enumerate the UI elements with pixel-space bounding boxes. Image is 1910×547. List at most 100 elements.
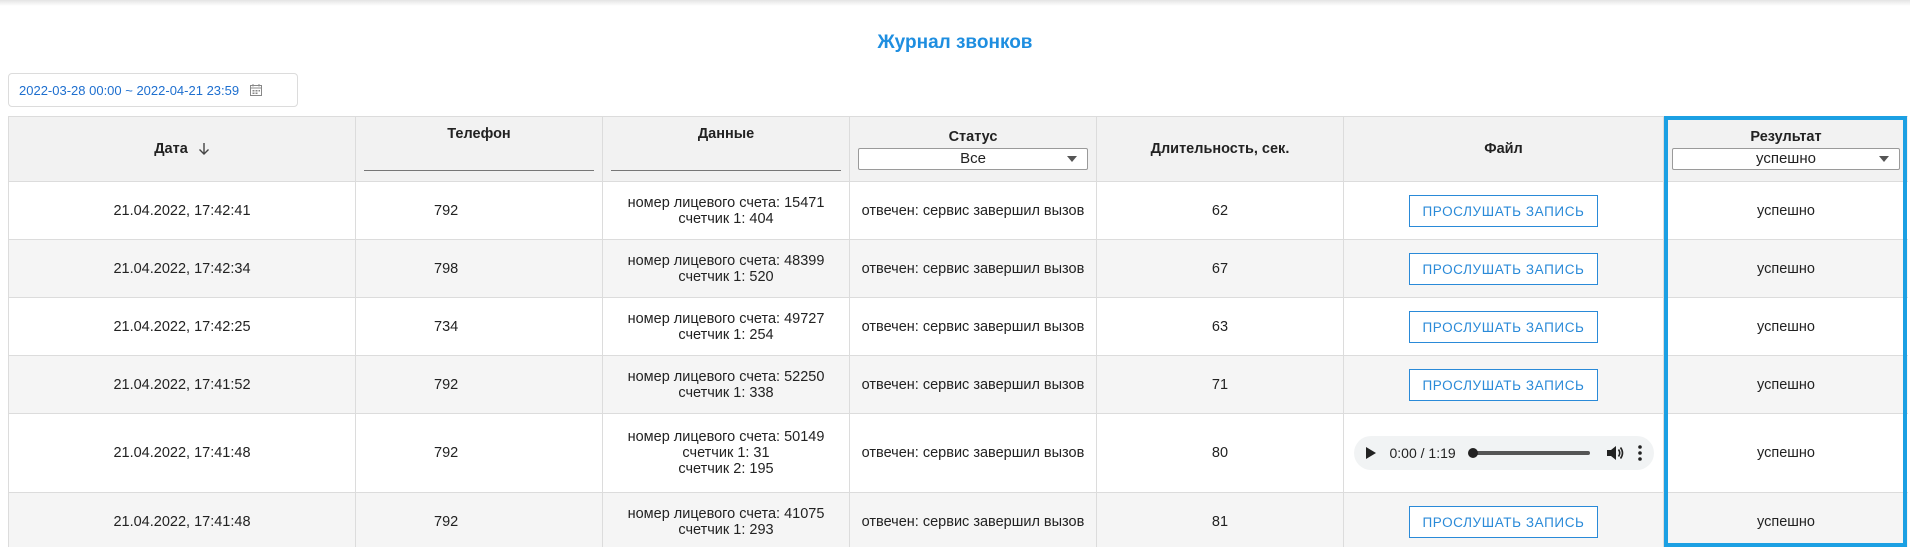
cell-phone: 792: [355, 181, 603, 240]
cell-date: 21.04.2022, 17:42:25: [8, 297, 356, 356]
calendar-icon: [250, 84, 263, 96]
column-header-date-label: Дата: [154, 141, 188, 157]
data-line: номер лицевого счета: 15471: [627, 194, 825, 211]
cell-duration: 81: [1096, 492, 1344, 547]
cell-data: номер лицевого счета: 48399 счетчик 1: 5…: [602, 239, 850, 298]
column-header-result-label: Результат: [1750, 128, 1822, 145]
cell-duration: 63: [1096, 297, 1344, 356]
cell-status: отвечен: сервис завершил вызов: [849, 239, 1097, 298]
table-header-row: Дата Телефон Данные Статус Все Длительно…: [8, 116, 1908, 182]
chevron-down-icon: [1879, 155, 1889, 162]
cell-status: отвечен: сервис завершил вызов: [849, 413, 1097, 493]
data-line: номер лицевого счета: 50149: [627, 429, 825, 445]
cell-file: ПРОСЛУШАТЬ ЗАПИСЬ: [1343, 492, 1664, 547]
cell-date: 21.04.2022, 17:42:34: [8, 239, 356, 298]
listen-recording-button[interactable]: ПРОСЛУШАТЬ ЗАПИСЬ: [1409, 252, 1598, 285]
cell-result: успешно: [1663, 355, 1908, 414]
table-row: 21.04.2022, 17:42:34 798 номер лицевого …: [8, 239, 1908, 298]
cell-phone: 734: [355, 297, 603, 356]
cell-duration: 67: [1096, 239, 1344, 298]
column-header-result: Результат успешно: [1663, 116, 1908, 182]
status-filter-value: Все: [960, 150, 986, 167]
cell-status: отвечен: сервис завершил вызов: [849, 492, 1097, 547]
table-row: 21.04.2022, 17:41:48 792 номер лицевого …: [8, 492, 1908, 547]
volume-icon[interactable]: [1606, 445, 1624, 461]
data-line: счетчик 1: 254: [678, 326, 774, 343]
listen-recording-button[interactable]: ПРОСЛУШАТЬ ЗАПИСЬ: [1409, 368, 1598, 401]
column-header-data-label: Данные: [697, 125, 755, 142]
cell-status: отвечен: сервис завершил вызов: [849, 355, 1097, 414]
audio-seek-bar[interactable]: [1467, 448, 1590, 458]
result-filter-value: успешно: [1756, 150, 1816, 167]
cell-file: ПРОСЛУШАТЬ ЗАПИСЬ: [1343, 297, 1664, 356]
table-row: 21.04.2022, 17:42:41 792 номер лицевого …: [8, 181, 1908, 240]
more-vertical-icon[interactable]: [1637, 445, 1642, 461]
play-icon[interactable]: [1365, 447, 1376, 459]
cell-result: успешно: [1663, 413, 1908, 493]
data-line: номер лицевого счета: 49727: [627, 310, 825, 327]
cell-date: 21.04.2022, 17:42:41: [8, 181, 356, 240]
listen-recording-button[interactable]: ПРОСЛУШАТЬ ЗАПИСЬ: [1409, 310, 1598, 343]
column-header-status: Статус Все: [849, 116, 1097, 182]
cell-data: номер лицевого счета: 52250 счетчик 1: 3…: [602, 355, 850, 414]
cell-data: номер лицевого счета: 49727 счетчик 1: 2…: [602, 297, 850, 356]
cell-duration: 80: [1096, 413, 1344, 493]
chevron-down-icon: [1067, 155, 1077, 162]
cell-file: ПРОСЛУШАТЬ ЗАПИСЬ: [1343, 239, 1664, 298]
column-header-file: Файл: [1343, 116, 1664, 182]
cell-phone: 792: [355, 492, 603, 547]
audio-player[interactable]: 0:00 / 1:19: [1353, 436, 1654, 470]
call-log-table: Дата Телефон Данные Статус Все Длительно…: [8, 116, 1908, 547]
cell-result: успешно: [1663, 239, 1908, 298]
cell-data: номер лицевого счета: 41075 счетчик 1: 2…: [602, 492, 850, 547]
sort-descending-icon[interactable]: [198, 142, 210, 156]
status-filter-select[interactable]: Все: [858, 147, 1088, 170]
data-line: счетчик 1: 338: [678, 384, 774, 401]
data-filter-input[interactable]: [611, 156, 841, 171]
table-row: 21.04.2022, 17:41:52 792 номер лицевого …: [8, 355, 1908, 414]
date-range-picker[interactable]: 2022-03-28 00:00 ~ 2022-04-21 23:59: [8, 73, 298, 107]
listen-recording-button[interactable]: ПРОСЛУШАТЬ ЗАПИСЬ: [1409, 505, 1598, 538]
cell-duration: 62: [1096, 181, 1344, 240]
page-title: Журнал звонков: [877, 32, 1033, 53]
column-header-data: Данные: [602, 116, 850, 182]
data-line: номер лицевого счета: 41075: [627, 505, 825, 522]
cell-file: ПРОСЛУШАТЬ ЗАПИСЬ: [1343, 181, 1664, 240]
data-line: счетчик 1: 293: [678, 521, 774, 538]
result-filter-select[interactable]: успешно: [1672, 147, 1900, 170]
data-line: счетчик 2: 195: [678, 461, 774, 477]
audio-time: 0:00 / 1:19: [1389, 445, 1456, 461]
column-header-date[interactable]: Дата: [8, 116, 356, 182]
table-row: 21.04.2022, 17:41:48 792 номер лицевого …: [8, 413, 1908, 493]
table-row: 21.04.2022, 17:42:25 734 номер лицевого …: [8, 297, 1908, 356]
cell-data: номер лицевого счета: 15471 счетчик 1: 4…: [602, 181, 850, 240]
listen-recording-button[interactable]: ПРОСЛУШАТЬ ЗАПИСЬ: [1409, 194, 1598, 227]
data-line: номер лицевого счета: 48399: [627, 252, 825, 269]
cell-phone: 792: [355, 413, 603, 493]
cell-status: отвечен: сервис завершил вызов: [849, 297, 1097, 356]
cell-status: отвечен: сервис завершил вызов: [849, 181, 1097, 240]
cell-result: успешно: [1663, 492, 1908, 547]
data-line: счетчик 1: 404: [678, 210, 774, 227]
cell-data: номер лицевого счета: 50149 счетчик 1: 3…: [602, 413, 850, 493]
cell-file: 0:00 / 1:19: [1343, 413, 1664, 493]
column-header-duration: Длительность, сек.: [1096, 116, 1344, 182]
data-line: счетчик 1: 520: [678, 268, 774, 285]
cell-date: 21.04.2022, 17:41:52: [8, 355, 356, 414]
audio-seek-thumb[interactable]: [1467, 448, 1478, 458]
header-shadow: [0, 0, 1910, 6]
column-header-phone: Телефон: [355, 116, 603, 182]
data-line: номер лицевого счета: 52250: [627, 368, 825, 385]
cell-result: успешно: [1663, 297, 1908, 356]
column-header-phone-label: Телефон: [447, 125, 511, 142]
cell-date: 21.04.2022, 17:41:48: [8, 413, 356, 493]
cell-date: 21.04.2022, 17:41:48: [8, 492, 356, 547]
data-line: счетчик 1: 31: [682, 445, 770, 461]
date-range-value: 2022-03-28 00:00 ~ 2022-04-21 23:59: [19, 82, 240, 98]
cell-result: успешно: [1663, 181, 1908, 240]
column-header-status-label: Статус: [948, 128, 998, 145]
cell-phone: 798: [355, 239, 603, 298]
cell-duration: 71: [1096, 355, 1344, 414]
cell-phone: 792: [355, 355, 603, 414]
phone-filter-input[interactable]: [364, 156, 594, 171]
